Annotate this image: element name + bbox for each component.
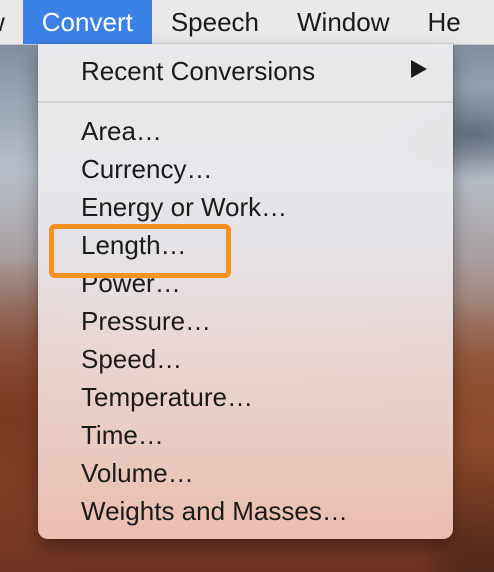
menu-window[interactable]: Window (278, 0, 408, 44)
menu-bar: w Convert Speech Window He (0, 0, 494, 45)
menu-item-volume[interactable]: Volume… (81, 454, 194, 492)
menu-item-weights-and-masses[interactable]: Weights and Masses… (81, 492, 348, 530)
menu-separator (38, 101, 453, 103)
menu-speech[interactable]: Speech (152, 0, 278, 44)
menu-help[interactable]: He (409, 0, 480, 44)
menu-item-pressure[interactable]: Pressure… (81, 302, 211, 340)
menu-item-time[interactable]: Time… (81, 416, 164, 454)
menu-item-temperature[interactable]: Temperature… (81, 378, 253, 416)
menu-item-energy-or-work[interactable]: Energy or Work… (81, 188, 287, 226)
length-highlight-annotation (49, 224, 231, 278)
menu-item-recent-conversions[interactable]: Recent Conversions (81, 52, 315, 90)
convert-dropdown-menu: Recent Conversions Area… Currency… Energ… (38, 44, 453, 539)
menu-item-speed[interactable]: Speed… (81, 340, 182, 378)
menu-convert[interactable]: Convert (22, 0, 152, 44)
submenu-arrow-icon (411, 60, 427, 78)
menu-item-currency[interactable]: Currency… (81, 150, 212, 188)
menu-item-area[interactable]: Area… (81, 112, 162, 150)
menu-view[interactable]: w (0, 0, 23, 44)
